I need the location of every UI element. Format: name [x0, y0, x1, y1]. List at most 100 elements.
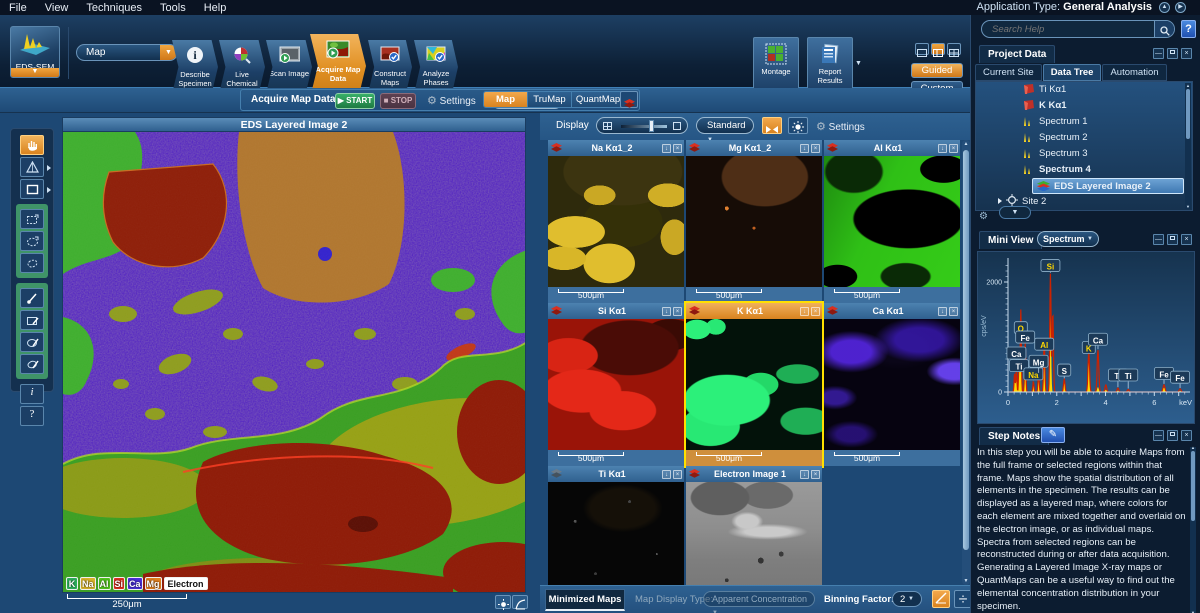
tile-close-button[interactable]: × — [673, 307, 682, 316]
menu-tools[interactable]: Tools — [151, 2, 195, 14]
step-live-chemical-imaging[interactable]: Live Chemical Imaging — [219, 40, 265, 94]
search-input[interactable] — [992, 23, 1142, 36]
tile-minimize-button[interactable]: ↓ — [800, 307, 809, 316]
scrollbar-thumb[interactable] — [963, 150, 969, 550]
layered-image-viewport[interactable]: K Na Al Si Ca Mg Electron — [62, 131, 526, 593]
scroll-down-icon[interactable]: ▼ — [963, 578, 969, 584]
tree-item-spectrum-3[interactable]: Spectrum 3 — [976, 146, 1192, 162]
minimize-panel-button[interactable]: — — [1153, 234, 1164, 245]
tab-quantmap[interactable]: QuantMap — [572, 92, 624, 107]
k-map-image[interactable] — [686, 319, 822, 450]
mix-colors-button[interactable] — [762, 117, 782, 134]
map-tile-ca[interactable]: Ca Kα1↓× 500μm — [824, 303, 960, 466]
region-freehand-button[interactable] — [20, 253, 44, 273]
shape-tool-button[interactable] — [20, 179, 44, 199]
tile-close-button[interactable]: × — [811, 307, 820, 316]
search-help-box[interactable] — [981, 20, 1175, 38]
minimized-maps-tab[interactable]: Minimized Maps — [545, 589, 625, 611]
tab-automation[interactable]: Automation — [1102, 64, 1166, 81]
mini-view-selector-dropdown[interactable]: Spectrum ▼ — [1037, 231, 1099, 247]
layered-maps-toggle[interactable] — [620, 91, 638, 108]
tab-data-tree[interactable]: Data Tree — [1043, 64, 1102, 81]
maximize-panel-button[interactable] — [1167, 48, 1178, 59]
edit-notes-button[interactable]: ✎ — [1041, 427, 1065, 443]
map-tile-electron[interactable]: Electron Image 1↓× — [686, 466, 822, 585]
tab-map[interactable]: Map — [484, 92, 528, 107]
minimize-panel-button[interactable]: — — [1153, 430, 1164, 441]
map-tile-al[interactable]: Al Kα1↓× 500μm — [824, 140, 960, 303]
start-button[interactable]: ▶ START — [335, 93, 375, 109]
maps-grid-scrollbar[interactable]: ▲ ▼ — [962, 140, 970, 585]
al-map-image[interactable] — [824, 156, 960, 287]
binning-factor-dropdown[interactable]: 2 ▼ — [892, 591, 922, 607]
stop-button[interactable]: ■ STOP — [380, 93, 416, 109]
notes-scrollbar[interactable]: ▲▼ — [1190, 447, 1196, 613]
legend-chip-si[interactable]: Si — [113, 577, 126, 590]
tile-close-button[interactable]: × — [949, 144, 958, 153]
layers-icon[interactable] — [551, 465, 562, 483]
layers-icon[interactable] — [551, 302, 562, 320]
spectrum-ellipse-button[interactable] — [20, 332, 44, 352]
montage-button[interactable]: Montage — [753, 37, 799, 92]
image-histogram-button[interactable] — [512, 595, 528, 609]
tree-scrollbar[interactable]: ▲▼ — [1185, 83, 1191, 209]
map-display-type-dropdown[interactable]: Apparent Concentration ▼ — [703, 591, 815, 607]
expand-arrow-icon[interactable] — [998, 198, 1002, 204]
slider-thumb[interactable] — [649, 120, 654, 132]
tab-trumap[interactable]: TruMap — [528, 92, 572, 107]
display-settings-button[interactable]: ⚙ Settings — [816, 120, 865, 133]
filter-gear-icon[interactable]: ⚙ — [979, 211, 988, 222]
region-rectangle-button[interactable] — [20, 209, 44, 229]
report-results-button[interactable]: Report Results — [807, 37, 853, 92]
tile-minimize-button[interactable]: ↓ — [800, 470, 809, 479]
tile-close-button[interactable]: × — [811, 144, 820, 153]
technique-selector-eds-sem[interactable]: EDS-SEM ▼ — [10, 26, 60, 78]
legend-chip-ca[interactable]: Ca — [127, 577, 143, 590]
layout-split-button[interactable] — [931, 43, 945, 55]
scrollbar-thumb[interactable] — [1191, 451, 1195, 521]
close-panel-button[interactable]: × — [1181, 48, 1192, 59]
na-map-image[interactable] — [548, 156, 684, 287]
layers-icon[interactable] — [689, 140, 700, 157]
map-tile-mg[interactable]: Mg Kα1_2↓× 500μm — [686, 140, 822, 303]
next-step-button[interactable]: ▶ — [1175, 2, 1186, 13]
maximize-panel-button[interactable] — [1167, 234, 1178, 245]
info-button[interactable]: i — [20, 384, 44, 404]
legend-chip-na[interactable]: Na — [80, 577, 96, 590]
tile-minimize-button[interactable]: ↓ — [800, 144, 809, 153]
scrollbar-thumb[interactable] — [1186, 89, 1190, 139]
maximize-panel-button[interactable] — [1167, 430, 1178, 441]
si-map-image[interactable] — [548, 319, 684, 450]
pan-tool-button[interactable] — [20, 135, 44, 155]
image-brightness-button[interactable] — [495, 595, 511, 609]
workflow-mode-dropdown[interactable]: Map ▼ — [76, 44, 178, 61]
layers-icon[interactable] — [689, 465, 700, 483]
tree-item-spectrum-4[interactable]: Spectrum 4 — [976, 162, 1192, 178]
scroll-up-icon[interactable]: ▲ — [963, 141, 969, 147]
step-scan-image[interactable]: Scan Image — [266, 40, 312, 94]
help-button[interactable]: ? — [1181, 20, 1196, 38]
step-describe-specimen[interactable]: i Describe Specimen — [172, 40, 218, 94]
search-button[interactable] — [1154, 21, 1174, 37]
map-tile-ti[interactable]: Ti Kα1↓× — [548, 466, 684, 585]
layers-icon[interactable] — [689, 302, 700, 320]
menu-view[interactable]: View — [36, 2, 78, 14]
measure-tool-button[interactable] — [20, 157, 44, 177]
tile-close-button[interactable]: × — [673, 144, 682, 153]
close-panel-button[interactable]: × — [1181, 430, 1192, 441]
menu-techniques[interactable]: Techniques — [77, 2, 151, 14]
linear-lut-button[interactable] — [932, 590, 950, 608]
menu-file[interactable]: File — [0, 2, 36, 14]
map-tile-si[interactable]: Si Kα1↓× 500μm — [548, 303, 684, 466]
spectrum-rectangle-button[interactable] — [20, 310, 44, 330]
region-ellipse-button[interactable] — [20, 231, 44, 251]
ti-map-image[interactable] — [548, 482, 684, 585]
tile-close-button[interactable]: × — [673, 470, 682, 479]
step-construct-maps[interactable]: Construct Maps — [368, 40, 412, 94]
map-tile-k-selected[interactable]: K Kα1↓× 500μm — [686, 303, 822, 466]
acquire-settings-button[interactable]: ⚙ Settings — [427, 94, 476, 107]
close-panel-button[interactable]: × — [1181, 234, 1192, 245]
tile-close-button[interactable]: × — [949, 307, 958, 316]
collapse-ribbon-button[interactable]: ▲ — [1159, 2, 1170, 13]
tree-item-spectrum-1[interactable]: Spectrum 1 — [976, 114, 1192, 130]
